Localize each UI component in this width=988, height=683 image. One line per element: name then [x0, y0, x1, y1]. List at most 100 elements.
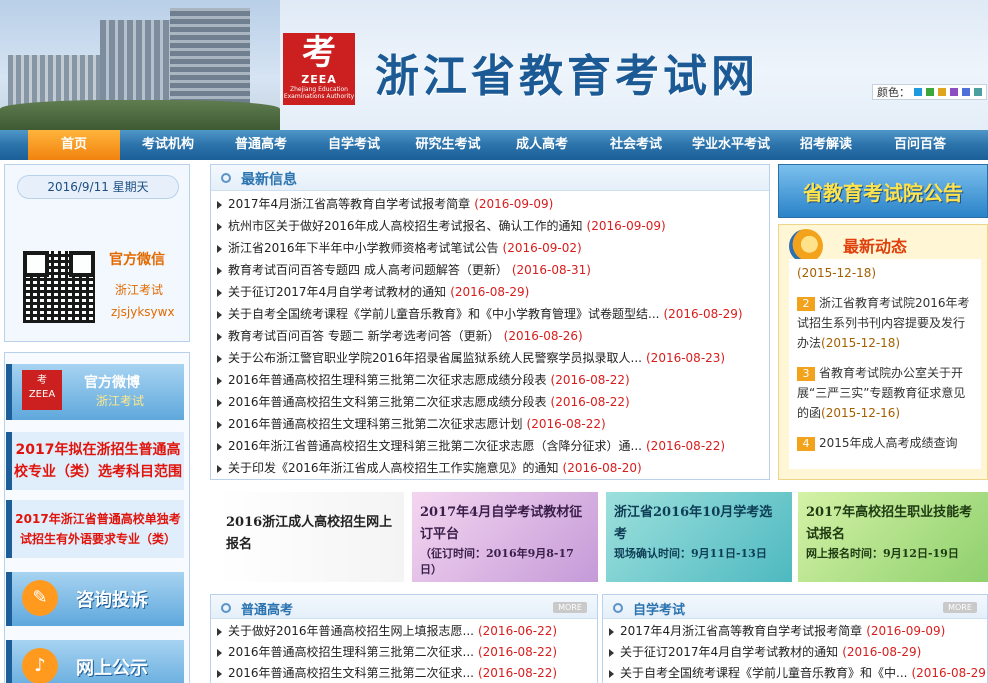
zikao-list: 2017年4月浙江省高等教育自学考试报考简章 (2016-09-09) 关于征订2… — [603, 619, 987, 683]
nav-item-zikao[interactable]: 自学考试 — [306, 130, 402, 160]
list-item: 2016年普通高校招生文理科第三批第二次征求志愿计划 (2016-08-22) — [217, 413, 769, 435]
news-link[interactable]: 2017年4月浙江省高等教育自学考试报考简章 — [228, 197, 470, 211]
list-item[interactable]: 4 2015年成人高考成绩查询 — [797, 433, 973, 453]
list-item: 关于自考全国统考课程《学前儿童音乐教育》和《中小学教育管理》试卷题型结... (2… — [217, 303, 769, 325]
news-link[interactable]: 教育考试百问百答 专题二 新学考选考问答（更新） — [228, 329, 500, 343]
online-publicity-button[interactable]: ♪ 网上公示 — [6, 640, 184, 683]
news-link[interactable]: 杭州市区关于做好2016年成人高校招生考试报名、确认工作的通知 — [228, 219, 583, 233]
color-swatch[interactable] — [926, 88, 934, 96]
consult-complaint-button[interactable]: ✎ 咨询投诉 — [6, 572, 184, 626]
promo-vocational-exam[interactable]: 2017年高校招生职业技能考试报名 网上报名时间：9月12日-19日 — [798, 492, 988, 582]
news-date: (2016-08-23) — [646, 351, 726, 365]
nav-item-faq[interactable]: 百问百答 — [872, 130, 968, 160]
arrow-icon — [217, 398, 222, 407]
news-link[interactable]: 2016年普通高校招生文科第三批第二次征求志愿成绩分段表 — [228, 395, 547, 409]
nav-item-home[interactable]: 首页 — [28, 130, 120, 160]
zikao-box: 自学考试 MORE 2017年4月浙江省高等教育自学考试报考简章 (2016-09… — [602, 594, 988, 683]
notice-banner-label: 省教育考试院公告 — [803, 181, 963, 205]
list-item: 关于公布浙江警官职业学院2016年招录省属监狱系统人民警察学员拟录取人... (2… — [217, 347, 769, 369]
more-button[interactable]: MORE — [553, 602, 587, 613]
main-nav: 首页 考试机构 普通高考 自学考试 研究生考试 成人高考 社会考试 学业水平考试… — [0, 130, 988, 160]
color-swatch[interactable] — [950, 88, 958, 96]
color-swatch[interactable] — [962, 88, 970, 96]
institute-notice-banner[interactable]: 省教育考试院公告 — [778, 164, 988, 218]
nav-item-gaokao[interactable]: 普通高考 — [216, 130, 306, 160]
nav-item-social-exam[interactable]: 社会考试 — [590, 130, 682, 160]
list-item: 教育考试百问百答 专题二 新学考选考问答（更新） (2016-08-26) — [217, 325, 769, 347]
latest-dynamics-box: 最新动态 (2015-12-18) 2 浙江省教育考试院2016年考试招生系列书刊… — [778, 224, 988, 480]
news-link[interactable]: 2016年普通高校招生理科第三批第二次征求... — [228, 645, 474, 659]
news-link[interactable]: 浙江省2016年下半年中小学教师资格考试笔试公告 — [228, 241, 499, 255]
news-link[interactable]: 关于印发《2016年浙江省成人高校招生工作实施意见》的通知 — [228, 461, 559, 475]
gaokao-list: 关于做好2016年普通高校招生网上填报志愿... (2016-06-22) 201… — [211, 619, 597, 683]
promo-textbook-ordering[interactable]: 2017年4月自学考试教材征订平台 （征订时间：2016年9月8-17日） — [412, 492, 598, 582]
more-button[interactable]: MORE — [943, 602, 977, 613]
list-item: 关于做好2016年普通高校招生网上填报志愿... (2016-06-22) — [217, 621, 597, 642]
news-link[interactable]: 关于公布浙江警官职业学院2016年招录省属监狱系统人民警察学员拟录取人... — [228, 351, 642, 365]
item-number-badge: 4 — [797, 437, 815, 451]
item-number-badge: 2 — [797, 297, 815, 311]
promo-title: 2017年4月自学考试教材征订平台 — [420, 505, 583, 542]
logo-abbreviation: ZEEA — [28, 389, 56, 400]
dynamics-date: (2015-12-18) — [797, 266, 877, 280]
news-date: (2016-08-29) — [663, 307, 743, 321]
item-number-badge: 3 — [797, 367, 815, 381]
arrow-icon — [217, 464, 222, 473]
color-swatch[interactable] — [914, 88, 922, 96]
nav-item-institutions[interactable]: 考试机构 — [120, 130, 216, 160]
list-item[interactable]: (2015-12-18) — [797, 263, 973, 283]
weibo-title: 官方微博 — [84, 375, 140, 391]
weibo-link[interactable]: 考 ZEEA 官方微博 浙江考试 — [6, 364, 184, 420]
nav-item-policy-reading[interactable]: 招考解读 — [780, 130, 872, 160]
nav-item-postgraduate[interactable]: 研究生考试 — [402, 130, 494, 160]
news-link[interactable]: 关于做好2016年普通高校招生网上填报志愿... — [228, 624, 474, 638]
arrow-icon — [217, 244, 222, 253]
consult-label: 咨询投诉 — [76, 590, 148, 611]
arrow-icon — [609, 648, 614, 657]
arrow-icon — [609, 627, 614, 636]
nav-item-academic-level[interactable]: 学业水平考试 — [682, 130, 780, 160]
news-date: (2016-09-09) — [866, 624, 946, 638]
zeea-logo-small: 考 ZEEA — [22, 370, 62, 410]
latest-news-header: 最新信息 — [211, 165, 769, 191]
nav-item-adult-exam[interactable]: 成人高考 — [494, 130, 590, 160]
news-link[interactable]: 2017年4月浙江省高等教育自学考试报考简章 — [620, 624, 862, 638]
news-link[interactable]: 2016年普通高校招生理科第三批第二次征求志愿成绩分段表 — [228, 373, 547, 387]
news-link[interactable]: 2016年普通高校招生文理科第三批第二次征求志愿计划 — [228, 417, 523, 431]
arrow-icon — [217, 310, 222, 319]
news-date: (2016-08-22) — [550, 395, 630, 409]
publicity-icon: ♪ — [22, 648, 58, 683]
news-link[interactable]: 2016年普通高校招生文科第三批第二次征求... — [228, 666, 474, 680]
news-link[interactable]: 关于自考全国统考课程《学前儿童音乐教育》和《中小学教育管理》试卷题型结... — [228, 307, 659, 321]
elective-subjects-banner[interactable]: 2017年拟在浙招生普通高校专业（类）选考科目范围 — [6, 432, 184, 490]
color-swatch[interactable] — [938, 88, 946, 96]
left-info-panel: 2016/9/11 星期天 官方微信 浙江考试 zjsjyksywx — [4, 164, 190, 342]
news-link[interactable]: 关于征订2017年4月自学考试教材的通知 — [228, 285, 446, 299]
news-date: (2016-08-22) — [646, 439, 726, 453]
dynamics-link[interactable]: 2015年成人高考成绩查询 — [819, 436, 958, 450]
news-date: (2016-08-29) — [911, 666, 987, 680]
color-swatch[interactable] — [974, 88, 982, 96]
promo-adult-registration[interactable]: 2016浙江成人高校招生网上报名 — [218, 492, 404, 582]
news-date: (2016-09-09) — [474, 197, 554, 211]
list-item[interactable]: 3 省教育考试院办公室关于开展“三严三实”专题教育征求意见的函(2015-12-1… — [797, 363, 973, 423]
gaokao-header: 普通高考 MORE — [211, 595, 597, 619]
list-item: 浙江省2016年下半年中小学教师资格考试笔试公告 (2016-09-02) — [217, 237, 769, 259]
bullet-icon — [221, 603, 231, 613]
list-item[interactable]: 2 浙江省教育考试院2016年考试招生系列书刊内容提要及发行办法(2015-12-… — [797, 293, 973, 353]
news-link[interactable]: 教育考试百问百答专题四 成人高考问题解答（更新） — [228, 263, 508, 277]
dynamics-scroll-list[interactable]: (2015-12-18) 2 浙江省教育考试院2016年考试招生系列书刊内容提要及… — [789, 259, 981, 469]
single-exam-language-banner[interactable]: 2017年浙江省普通高校单独考试招生有外语要求专业（类） — [6, 500, 184, 558]
list-item: 2016年浙江省普通高校招生文理科第三批第二次征求志愿（含降分征求）通... (2… — [217, 435, 769, 457]
news-date: (2016-08-29) — [842, 645, 922, 659]
arrow-icon — [217, 669, 222, 678]
bullet-icon — [613, 603, 623, 613]
logo-subtitle: Zhejiang Education Examinations Authorit… — [283, 86, 355, 100]
zeea-logo[interactable]: 考 ZEEA Zhejiang Education Examinations A… — [283, 33, 355, 105]
news-link[interactable]: 关于自考全国统考课程《学前儿童音乐教育》和《中... — [620, 666, 907, 680]
promo-academic-exam[interactable]: 浙江省2016年10月学考选考 现场确认时间：9月11日-13日 — [606, 492, 792, 582]
list-item: 2016年普通高校招生文科第三批第二次征求志愿成绩分段表 (2016-08-22) — [217, 391, 769, 413]
news-link[interactable]: 关于征订2017年4月自学考试教材的通知 — [620, 645, 838, 659]
latest-news-list: 2017年4月浙江省高等教育自学考试报考简章 (2016-09-09) 杭州市区关… — [211, 191, 769, 479]
news-link[interactable]: 2016年浙江省普通高校招生文理科第三批第二次征求志愿（含降分征求）通... — [228, 439, 642, 453]
